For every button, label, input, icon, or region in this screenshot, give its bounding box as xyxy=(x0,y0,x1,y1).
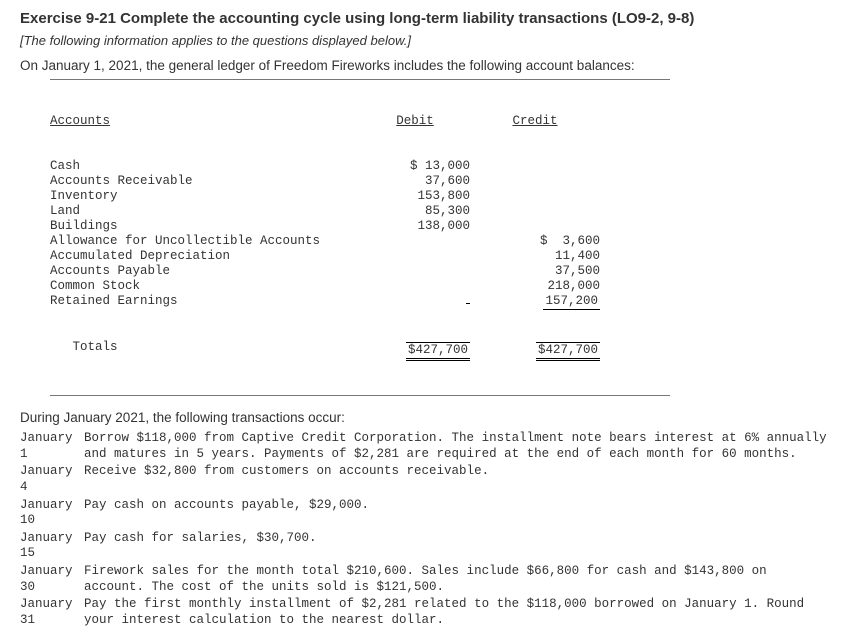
transaction-date: January 10 xyxy=(20,498,84,529)
debit-cell: 37,600 xyxy=(360,174,470,189)
credit-cell xyxy=(470,189,600,204)
col-accounts: Accounts xyxy=(50,114,360,129)
ledger-row: Buildings138,000 xyxy=(50,219,670,234)
transaction-date: January 4 xyxy=(20,464,84,495)
transaction-text: Receive $32,800 from customers on accoun… xyxy=(84,464,830,495)
transactions-intro: During January 2021, the following trans… xyxy=(20,410,830,425)
debit-cell: 85,300 xyxy=(360,204,470,219)
ledger-row: Inventory153,800 xyxy=(50,189,670,204)
debit-cell xyxy=(360,294,470,310)
credit-cell: 11,400 xyxy=(470,249,600,264)
credit-cell xyxy=(470,219,600,234)
transaction-row: January 10Pay cash on accounts payable, … xyxy=(20,498,830,529)
ledger-row: Retained Earnings 157,200 xyxy=(50,294,670,310)
transaction-text: Pay the first monthly installment of $2,… xyxy=(84,597,830,628)
transaction-text: Firework sales for the month total $210,… xyxy=(84,564,830,595)
credit-cell: 218,000 xyxy=(470,279,600,294)
ledger-row: Accounts Payable 37,500 xyxy=(50,264,670,279)
debit-cell xyxy=(360,249,470,264)
totals-debit: $427,700 xyxy=(360,340,470,361)
credit-cell xyxy=(470,159,600,174)
transaction-date: January 1 xyxy=(20,431,84,462)
transaction-text: Pay cash on accounts payable, $29,000. xyxy=(84,498,830,529)
account-name: Cash xyxy=(50,159,360,174)
credit-cell: 157,200 xyxy=(470,294,600,310)
ledger-table: Accounts Debit Credit Cash$ 13,000Accoun… xyxy=(50,79,670,396)
transactions-list: January 1Borrow $118,000 from Captive Cr… xyxy=(20,431,830,629)
transaction-date: January 15 xyxy=(20,531,84,562)
account-name: Accounts Payable xyxy=(50,264,360,279)
transaction-date: January 31 xyxy=(20,597,84,628)
exercise-subtitle: [The following information applies to th… xyxy=(20,33,830,48)
ledger-row: Accounts Receivable37,600 xyxy=(50,174,670,189)
credit-cell xyxy=(470,174,600,189)
transaction-row: January 1Borrow $118,000 from Captive Cr… xyxy=(20,431,830,462)
account-name: Land xyxy=(50,204,360,219)
transaction-row: January 4Receive $32,800 from customers … xyxy=(20,464,830,495)
credit-cell xyxy=(470,204,600,219)
intro-text: On January 1, 2021, the general ledger o… xyxy=(20,58,830,73)
ledger-row: Accumulated Depreciation 11,400 xyxy=(50,249,670,264)
account-name: Accounts Receivable xyxy=(50,174,360,189)
credit-cell: $ 3,600 xyxy=(470,234,600,249)
ledger-row: Land85,300 xyxy=(50,204,670,219)
debit-cell xyxy=(360,234,470,249)
debit-cell: $ 13,000 xyxy=(360,159,470,174)
transaction-row: January 30Firework sales for the month t… xyxy=(20,564,830,595)
debit-cell xyxy=(360,264,470,279)
ledger-header-row: Accounts Debit Credit xyxy=(50,114,670,129)
account-name: Inventory xyxy=(50,189,360,204)
col-debit: Debit xyxy=(360,114,470,129)
account-name: Allowance for Uncollectible Accounts xyxy=(50,234,360,249)
totals-label: Totals xyxy=(50,340,360,361)
account-name: Common Stock xyxy=(50,279,360,294)
ledger-totals-row: Totals $427,700 $427,700 xyxy=(50,340,670,361)
transaction-text: Pay cash for salaries, $30,700. xyxy=(84,531,830,562)
account-name: Retained Earnings xyxy=(50,294,360,310)
credit-cell: 37,500 xyxy=(470,264,600,279)
account-name: Accumulated Depreciation xyxy=(50,249,360,264)
totals-credit: $427,700 xyxy=(470,340,600,361)
exercise-title: Exercise 9-21 Complete the accounting cy… xyxy=(20,10,830,27)
transaction-text: Borrow $118,000 from Captive Credit Corp… xyxy=(84,431,830,462)
ledger-row: Allowance for Uncollectible Accounts $ 3,… xyxy=(50,234,670,249)
transaction-row: January 31Pay the first monthly installm… xyxy=(20,597,830,628)
transaction-row: January 15Pay cash for salaries, $30,700… xyxy=(20,531,830,562)
transaction-date: January 30 xyxy=(20,564,84,595)
ledger-row: Cash$ 13,000 xyxy=(50,159,670,174)
debit-cell: 138,000 xyxy=(360,219,470,234)
debit-cell: 153,800 xyxy=(360,189,470,204)
debit-cell xyxy=(360,279,470,294)
ledger-row: Common Stock 218,000 xyxy=(50,279,670,294)
account-name: Buildings xyxy=(50,219,360,234)
col-credit: Credit xyxy=(470,114,600,129)
